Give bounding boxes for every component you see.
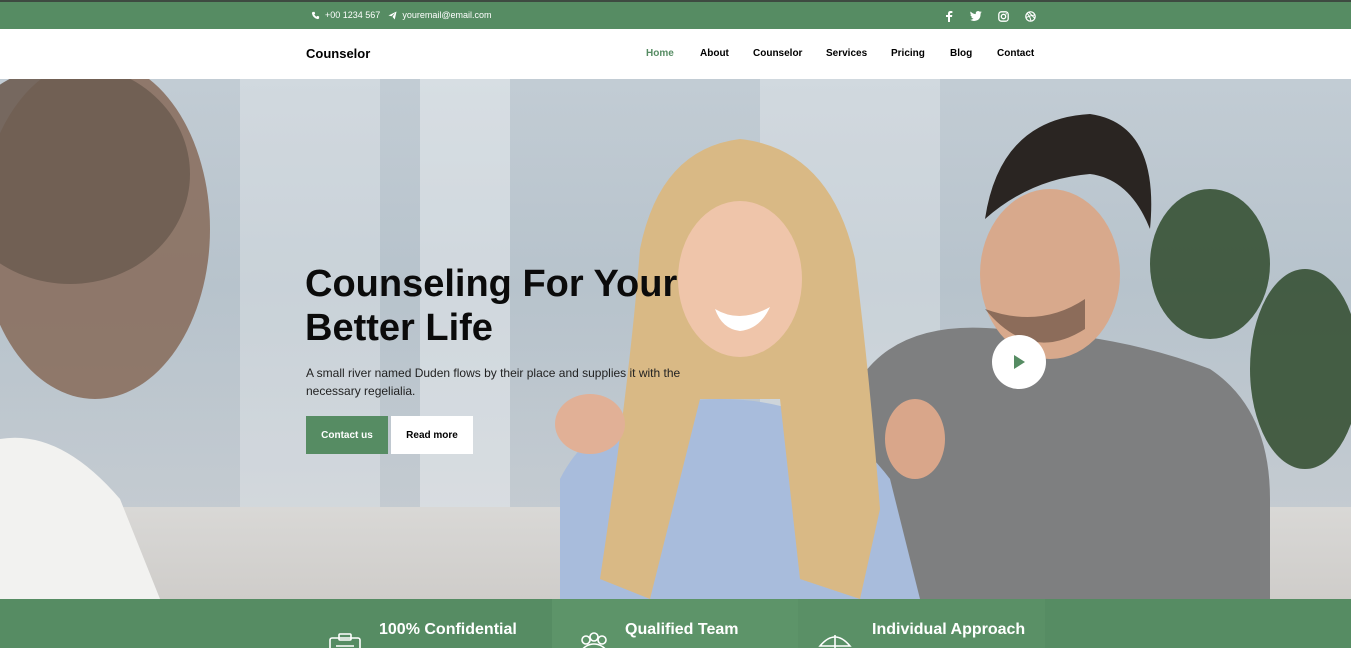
- play-video-button[interactable]: [992, 335, 1046, 389]
- nav-item-about[interactable]: About: [700, 48, 729, 59]
- team-icon: [581, 632, 607, 648]
- twitter-icon[interactable]: [969, 9, 983, 23]
- facebook-icon[interactable]: [942, 9, 956, 23]
- feature-title: Qualified Team: [625, 621, 739, 638]
- hero-headline: Counseling For Your Better Life: [305, 263, 678, 349]
- nav-item-services[interactable]: Services: [826, 48, 867, 59]
- nav-item-pricing[interactable]: Pricing: [891, 48, 925, 59]
- hero-section: Counseling For Your Better Life A small …: [0, 79, 1351, 599]
- nav-item-counselor[interactable]: Counselor: [753, 48, 802, 59]
- phone-number: +00 1234 567: [325, 10, 381, 20]
- read-more-button[interactable]: Read more: [391, 416, 473, 454]
- paper-plane-icon: [388, 10, 397, 20]
- email-address: youremail@email.com: [402, 10, 492, 20]
- email-item[interactable]: youremail@email.com: [388, 10, 491, 20]
- play-icon: [1014, 355, 1025, 369]
- social-links: [942, 9, 1037, 23]
- feature-qualified-team: Qualified Team: [552, 599, 798, 648]
- dribbble-icon[interactable]: [1023, 9, 1037, 23]
- main-nav: Home About Counselor Services Pricing Bl…: [0, 48, 1351, 62]
- nav-item-blog[interactable]: Blog: [950, 48, 972, 59]
- clipboard-icon: [329, 633, 361, 648]
- nav-item-contact[interactable]: Contact: [997, 48, 1034, 59]
- feature-title: Individual Approach: [872, 621, 1026, 638]
- feature-confidential: 100% Confidential: [306, 599, 552, 648]
- phone-item[interactable]: +00 1234 567: [311, 10, 380, 20]
- navbar: Counselor Home About Counselor Services …: [0, 29, 1351, 79]
- phone-icon: [311, 11, 320, 19]
- features-strip: 100% Confidential Qualified Team Individ…: [0, 599, 1351, 648]
- feature-title: 100% Confidential: [379, 621, 517, 638]
- instagram-icon[interactable]: [996, 9, 1010, 23]
- umbrella-icon: [818, 635, 852, 648]
- nav-item-home[interactable]: Home: [646, 48, 674, 59]
- contact-us-button[interactable]: Contact us: [306, 416, 388, 454]
- contact-info: +00 1234 567 youremail@email.com: [311, 10, 499, 20]
- hero-subtext: A small river named Duden flows by their…: [306, 366, 681, 398]
- top-bar: +00 1234 567 youremail@email.com: [0, 0, 1351, 29]
- feature-individual-approach: Individual Approach: [798, 599, 1045, 648]
